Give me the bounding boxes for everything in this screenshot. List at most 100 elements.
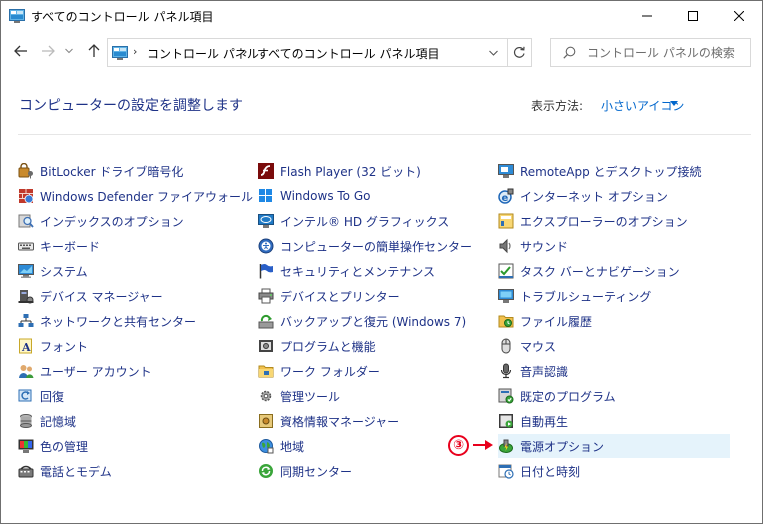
item-label: 音声認識	[520, 364, 569, 379]
item-sync-center[interactable]: 同期センター	[258, 459, 352, 483]
item-label: コンピューターの簡単操作センター	[280, 239, 473, 254]
item-sound[interactable]: サウンド	[498, 234, 568, 258]
item-label: 記憶域	[40, 414, 77, 429]
title-bar[interactable]: すべてのコントロール パネル項目	[1, 1, 762, 31]
item-speech-recognition[interactable]: 音声認識	[498, 359, 568, 383]
item-bitlocker[interactable]: BitLocker ドライブ暗号化	[18, 159, 183, 183]
item-label: 同期センター	[280, 464, 353, 479]
breadcrumb-separator-icon[interactable]: ›	[133, 45, 137, 58]
item-system[interactable]: システム	[18, 259, 88, 283]
close-button[interactable]	[716, 1, 762, 31]
item-windows-to-go[interactable]: Windows To Go	[258, 184, 370, 208]
item-default-programs[interactable]: 既定のプログラム	[498, 384, 616, 408]
item-label: インデックスのオプション	[40, 214, 184, 229]
back-button[interactable]	[11, 41, 31, 61]
maximize-button[interactable]	[670, 1, 716, 31]
item-internet-options[interactable]: e インターネット オプション	[498, 184, 668, 208]
bitlocker-icon	[18, 163, 33, 179]
item-intel-hd-graphics[interactable]: インテル® HD グラフィックス	[258, 209, 449, 233]
item-label: Flash Player (32 ビット)	[280, 164, 421, 179]
item-recovery[interactable]: 回復	[18, 384, 64, 408]
item-label: RemoteApp とデスクトップ接続	[520, 164, 702, 179]
breadcrumb-all-items[interactable]: すべてのコントロール パネル項目	[257, 45, 440, 62]
item-keyboard[interactable]: キーボード	[18, 234, 100, 258]
svg-text:A: A	[21, 341, 31, 354]
windows-to-go-icon	[259, 189, 272, 202]
minimize-button[interactable]	[624, 1, 670, 31]
item-windows-defender-firewall[interactable]: Windows Defender ファイアウォール	[18, 184, 253, 208]
taskbar-icon	[498, 263, 514, 279]
address-dropdown-button[interactable]	[481, 39, 505, 66]
item-troubleshooting[interactable]: トラブルシューティング	[498, 284, 651, 308]
item-label: インテル® HD グラフィックス	[280, 214, 450, 229]
firewall-icon	[19, 189, 34, 204]
item-ease-of-access-center[interactable]: コンピューターの簡単操作センター	[258, 234, 472, 258]
item-label: 色の管理	[40, 439, 89, 454]
item-mouse[interactable]: マウス	[498, 334, 556, 358]
arrow-right-icon	[473, 440, 493, 450]
item-label: BitLocker ドライブ暗号化	[40, 164, 184, 179]
item-backup-restore[interactable]: バックアップと復元 (Windows 7)	[258, 309, 466, 333]
refresh-button[interactable]	[507, 39, 531, 66]
item-label: 地域	[280, 439, 305, 454]
item-label: 既定のプログラム	[520, 389, 616, 404]
item-flash-player[interactable]: Flash Player (32 ビット)	[258, 159, 421, 183]
keyboard-icon	[18, 242, 34, 251]
search-box[interactable]	[550, 38, 751, 67]
item-label: フォント	[40, 339, 89, 354]
item-explorer-options[interactable]: エクスプローラーのオプション	[498, 209, 688, 233]
item-file-history[interactable]: ファイル履歴	[498, 309, 592, 333]
item-remoteapp[interactable]: RemoteApp とデスクトップ接続	[498, 159, 702, 183]
item-label: システム	[40, 264, 88, 279]
chevron-down-icon	[488, 50, 498, 56]
item-taskbar-navigation[interactable]: タスク バーとナビゲーション	[498, 259, 680, 283]
item-administrative-tools[interactable]: 管理ツール	[258, 384, 340, 408]
forward-button[interactable]	[38, 41, 58, 61]
item-label: 電話とモデム	[40, 464, 112, 479]
up-button[interactable]	[84, 41, 104, 61]
item-programs-features[interactable]: プログラムと機能	[258, 334, 376, 358]
breadcrumb-separator-icon[interactable]: ›	[243, 45, 247, 58]
item-color-management[interactable]: 色の管理	[18, 434, 88, 458]
caret-down-icon[interactable]	[670, 101, 678, 106]
indexing-icon	[18, 214, 34, 228]
item-power-options[interactable]: 電源オプション	[498, 434, 730, 458]
programs-icon	[259, 340, 273, 352]
device-manager-icon	[18, 290, 34, 304]
item-credential-manager[interactable]: 資格情報マネージャー	[258, 409, 399, 433]
item-label: キーボード	[40, 239, 101, 254]
search-input[interactable]	[587, 43, 747, 63]
address-bar[interactable]: › コントロール パネル › すべてのコントロール パネル項目	[107, 38, 532, 67]
item-network-sharing-center[interactable]: ネットワークと共有センター	[18, 309, 196, 333]
item-autoplay[interactable]: 自動再生	[498, 409, 568, 433]
svg-text:e: e	[502, 193, 509, 204]
maximize-icon	[688, 11, 698, 21]
recent-locations-button[interactable]	[62, 41, 76, 61]
item-phone-modem[interactable]: 電話とモデム	[18, 459, 112, 483]
item-work-folders[interactable]: ワーク フォルダー	[258, 359, 380, 383]
phone-modem-icon	[18, 465, 34, 478]
sound-icon	[499, 238, 511, 254]
item-device-manager[interactable]: デバイス マネージャー	[18, 284, 163, 308]
item-label: デバイスとプリンター	[280, 289, 400, 304]
item-region[interactable]: 地域	[258, 434, 304, 458]
power-options-icon	[499, 439, 513, 453]
work-folders-icon	[258, 365, 274, 378]
item-label: タスク バーとナビゲーション	[520, 264, 680, 279]
item-user-accounts[interactable]: ユーザー アカウント	[18, 359, 152, 383]
item-fonts[interactable]: A フォント	[18, 334, 88, 358]
explorer-options-icon	[498, 213, 514, 229]
item-devices-printers[interactable]: デバイスとプリンター	[258, 284, 400, 308]
item-label: 回復	[40, 389, 65, 404]
control-panel-icon	[9, 9, 25, 23]
page-title: コンピューターの設定を調整します	[19, 98, 243, 114]
item-security-maintenance[interactable]: セキュリティとメンテナンス	[258, 259, 435, 283]
item-date-time[interactable]: 日付と時刻	[498, 459, 580, 483]
item-indexing-options[interactable]: インデックスのオプション	[18, 209, 184, 233]
minimize-icon	[642, 15, 652, 17]
recovery-icon	[18, 389, 32, 402]
item-storage-spaces[interactable]: 記憶域	[18, 409, 76, 433]
ease-of-access-icon	[258, 238, 274, 254]
mouse-icon	[501, 338, 511, 354]
navigation-bar: › コントロール パネル › すべてのコントロール パネル項目	[1, 31, 762, 71]
